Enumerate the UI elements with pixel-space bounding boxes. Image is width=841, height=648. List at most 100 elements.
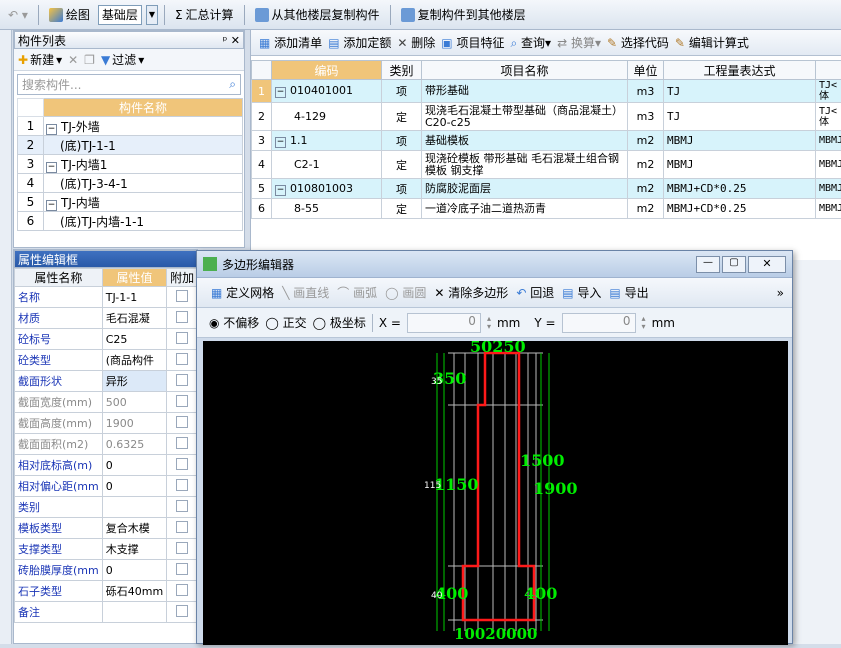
property-row[interactable]: 支撑类型 木支撑 (15, 539, 198, 560)
property-value[interactable]: TJ-1-1 (102, 287, 166, 308)
qty-name[interactable]: 一道冷底子油二道热沥青 (422, 199, 628, 219)
extra-checkbox[interactable] (176, 584, 188, 596)
property-value[interactable] (102, 602, 166, 623)
copy-to-button[interactable]: 复制构件到其他楼层 (397, 4, 530, 26)
arc-button[interactable]: ⌒ 画弧 (337, 284, 377, 301)
define-grid-button[interactable]: ▦ 定义网格 (211, 284, 274, 301)
property-row[interactable]: 模板类型 复合木模 (15, 518, 198, 539)
tree-row[interactable]: 3 −TJ-内墙1 (18, 155, 243, 174)
property-row[interactable]: 名称 TJ-1-1 (15, 287, 198, 308)
property-value[interactable]: 砾石40mm (102, 581, 166, 602)
drawing-canvas[interactable]: 50250 350 1150 1500 1900 400 400 1002000… (203, 341, 788, 645)
property-row[interactable]: 砼类型 (商品构件 (15, 350, 198, 371)
tree-row[interactable]: 1 −TJ-外墙 (18, 117, 243, 136)
extra-checkbox[interactable] (176, 311, 188, 323)
tree-row-cell[interactable]: −TJ-外墙 (44, 117, 243, 136)
feature-button[interactable]: ▣ 项目特征 (441, 34, 504, 51)
collapse-toggle-icon[interactable]: − (275, 87, 286, 98)
draw-button[interactable]: 绘图 (45, 4, 94, 26)
property-value[interactable]: 0 (102, 560, 166, 581)
y-input[interactable]: 0 (562, 313, 636, 333)
close-icon[interactable]: ✕ (748, 256, 786, 273)
qty-name[interactable]: 现浇毛石混凝土带型基础（商品混凝土）C20-c25 (422, 103, 628, 131)
qty-expression[interactable]: MBMJ+CD*0.25 (664, 199, 816, 219)
property-value[interactable]: 0.6325 (102, 434, 166, 455)
extra-checkbox[interactable] (176, 290, 188, 302)
property-row[interactable]: 相对偏心距(mm 0 (15, 476, 198, 497)
qty-name[interactable]: 防腐胶泥面层 (422, 179, 628, 199)
qty-expression[interactable]: MBMJ (664, 151, 816, 179)
extra-checkbox[interactable] (176, 374, 188, 386)
property-row[interactable]: 砼标号 C25 (15, 329, 198, 350)
qty-name[interactable]: 现浇砼模板 带形基础 毛石混凝土组合钢模板 钢支撑 (422, 151, 628, 179)
property-row[interactable]: 截面面积(m2) 0.6325 (15, 434, 198, 455)
qty-row[interactable]: 1 −010401001 项 带形基础 m3 TJ TJ<体 (252, 80, 841, 103)
tree-row-cell[interactable]: (底)TJ-3-4-1 (44, 174, 243, 193)
export-button[interactable]: ▤ 导出 (609, 284, 648, 301)
qty-row[interactable]: 5 −010801003 项 防腐胶泥面层 m2 MBMJ+CD*0.25 MB… (252, 179, 841, 199)
extra-checkbox[interactable] (176, 395, 188, 407)
qty-code[interactable]: C2-1 (272, 151, 382, 179)
qty-expression[interactable]: TJ (664, 80, 816, 103)
qty-row[interactable]: 6 8-55 定 一道冷底子油二道热沥青 m2 MBMJ+CD*0.25 MBM… (252, 199, 841, 219)
qty-code[interactable]: 8-55 (272, 199, 382, 219)
extra-checkbox[interactable] (176, 416, 188, 428)
collapse-toggle-icon[interactable]: − (46, 200, 57, 211)
x-spinner[interactable]: ▴▾ (487, 315, 491, 331)
property-value[interactable]: 复合木模 (102, 518, 166, 539)
add-quota-button[interactable]: ▤ 添加定额 (328, 34, 391, 51)
property-value[interactable]: 毛石混凝 (102, 308, 166, 329)
property-row[interactable]: 材质 毛石混凝 (15, 308, 198, 329)
qty-row[interactable]: 2 4-129 定 现浇毛石混凝土带型基础（商品混凝土）C20-c25 m3 T… (252, 103, 841, 131)
minimize-icon[interactable]: — (696, 256, 720, 273)
extra-checkbox[interactable] (176, 437, 188, 449)
collapse-toggle-icon[interactable]: − (275, 137, 286, 148)
qty-code[interactable]: −1.1 (272, 131, 382, 151)
layer-select[interactable]: 基础层 (98, 5, 142, 25)
tree-row[interactable]: 2 (底)TJ-1-1 (18, 136, 243, 155)
property-value[interactable]: 1900 (102, 413, 166, 434)
query-button[interactable]: ⌕ 查询▾ (510, 34, 551, 51)
polygon-drawing[interactable]: 50250 350 1150 1500 1900 400 400 1002000… (203, 341, 788, 645)
property-row[interactable]: 相对底标高(m) 0 (15, 455, 198, 476)
tree-row[interactable]: 5 −TJ-内墙 (18, 193, 243, 212)
y-spinner[interactable]: ▴▾ (642, 315, 646, 331)
qty-name[interactable]: 带形基础 (422, 80, 628, 103)
property-row[interactable]: 截面宽度(mm) 500 (15, 392, 198, 413)
property-value[interactable]: 500 (102, 392, 166, 413)
qty-expression[interactable]: TJ (664, 103, 816, 131)
tree-row[interactable]: 4 (底)TJ-3-4-1 (18, 174, 243, 193)
new-button[interactable]: ✚新建▾ (18, 51, 62, 68)
search-icon[interactable]: ⌕ (229, 77, 236, 92)
radio-no-offset[interactable]: ◉ 不偏移 (209, 314, 259, 331)
radio-polar[interactable]: ◯ 极坐标 (313, 314, 366, 331)
radio-ortho[interactable]: ◯ 正交 (265, 314, 306, 331)
circle-button[interactable]: ◯ 画圆 (385, 284, 426, 301)
tree-row-cell[interactable]: (底)TJ-内墙-1-1 (44, 212, 243, 231)
property-row[interactable]: 截面高度(mm) 1900 (15, 413, 198, 434)
extra-checkbox[interactable] (176, 542, 188, 554)
chevron-down-icon[interactable]: ▼ (146, 5, 158, 25)
qty-expression[interactable]: MBMJ+CD*0.25 (664, 179, 816, 199)
copy-icon[interactable]: ❐ (84, 53, 95, 67)
qty-code[interactable]: −010401001 (272, 80, 382, 103)
property-value[interactable]: 0 (102, 476, 166, 497)
tree-row-cell[interactable]: −TJ-内墙1 (44, 155, 243, 174)
clear-polygon-button[interactable]: ✕ 清除多边形 (434, 284, 508, 301)
extra-checkbox[interactable] (176, 332, 188, 344)
delete-x-icon[interactable]: ✕ (68, 53, 78, 67)
property-value[interactable]: 木支撑 (102, 539, 166, 560)
search-input[interactable]: 搜索构件... (22, 76, 81, 93)
extra-checkbox[interactable] (176, 605, 188, 617)
search-box[interactable]: 搜索构件... ⌕ (17, 74, 241, 95)
pin-close-icons[interactable]: ᵖ ✕ (223, 34, 243, 47)
select-code-button[interactable]: ✎ 选择代码 (607, 34, 669, 51)
extra-checkbox[interactable] (176, 479, 188, 491)
tree-row-cell[interactable]: (底)TJ-1-1 (44, 136, 243, 155)
extra-checkbox[interactable] (176, 500, 188, 512)
collapse-toggle-icon[interactable]: − (46, 124, 57, 135)
property-value[interactable]: 异形 (102, 371, 166, 392)
copy-from-button[interactable]: 从其他楼层复制构件 (251, 4, 384, 26)
qty-code[interactable]: 4-129 (272, 103, 382, 131)
property-value[interactable]: C25 (102, 329, 166, 350)
